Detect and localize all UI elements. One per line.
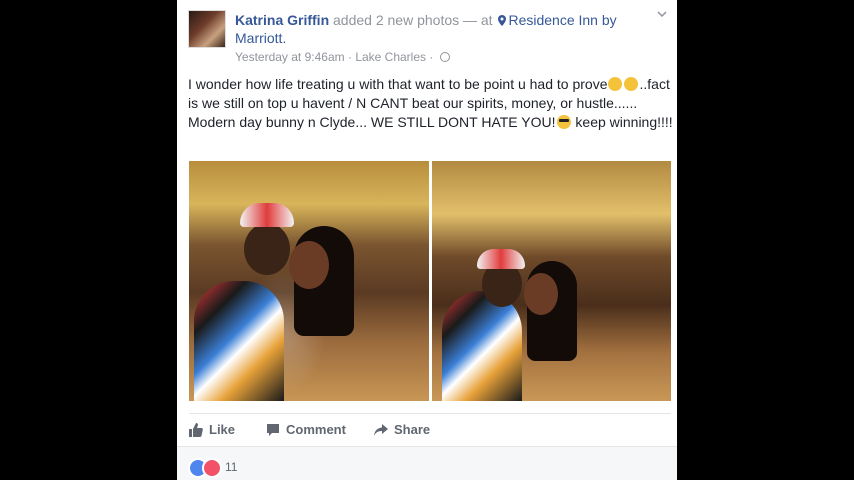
meta-separator: · [344,50,356,64]
laughing-face-emoji-icon [624,77,639,91]
chevron-down-icon[interactable] [657,11,667,17]
timestamp-link[interactable]: Yesterday at 9:46am [235,50,345,64]
photo-1-cap [240,203,294,227]
share-arrow-icon [374,424,388,436]
neutral-face-emoji-icon [608,77,623,91]
post-text: I wonder how life treating u with that w… [188,75,673,132]
action-text: added 2 new photos — at [329,12,497,28]
like-label: Like [209,422,236,437]
city-link[interactable]: Lake Charles [355,50,426,64]
post-text-part1: I wonder how life treating u with that w… [188,76,608,92]
comment-label: Comment [286,422,346,437]
photo-1-woman-face [289,241,329,289]
thumbs-up-icon [189,423,203,437]
post-text-part3: keep winning!!!! [571,114,673,130]
share-label: Share [394,422,431,437]
post-meta: Yesterday at 9:46am · Lake Charles · [235,50,450,64]
like-button[interactable]: Like [189,418,235,442]
post-card: Katrina Griffin added 2 new photos — at … [177,0,677,480]
reaction-count[interactable]: 11 [225,460,237,474]
globe-icon[interactable] [439,52,450,62]
photo-1[interactable] [189,161,429,401]
photo-2[interactable] [432,161,671,401]
meta-separator-2: · [426,50,437,64]
comment-icon [267,424,279,436]
author-avatar[interactable] [188,10,226,48]
photo-1-man-shirt [194,281,284,401]
photo-1-man-head [244,223,290,275]
photo-2-man-shirt [442,291,522,401]
photo-2-woman-face [524,273,558,315]
author-name[interactable]: Katrina Griffin [235,12,329,28]
sunglasses-face-emoji-icon [556,115,571,129]
actions-divider [189,413,671,414]
post-header: Katrina Griffin added 2 new photos — at … [235,11,655,47]
photo-2-cap [477,249,525,269]
location-pin-icon [498,15,507,26]
comment-button[interactable]: Comment [266,418,346,442]
share-button[interactable]: Share [374,418,430,442]
love-reaction-icon[interactable] [202,458,222,478]
reactions-bar: 11 [177,446,677,480]
